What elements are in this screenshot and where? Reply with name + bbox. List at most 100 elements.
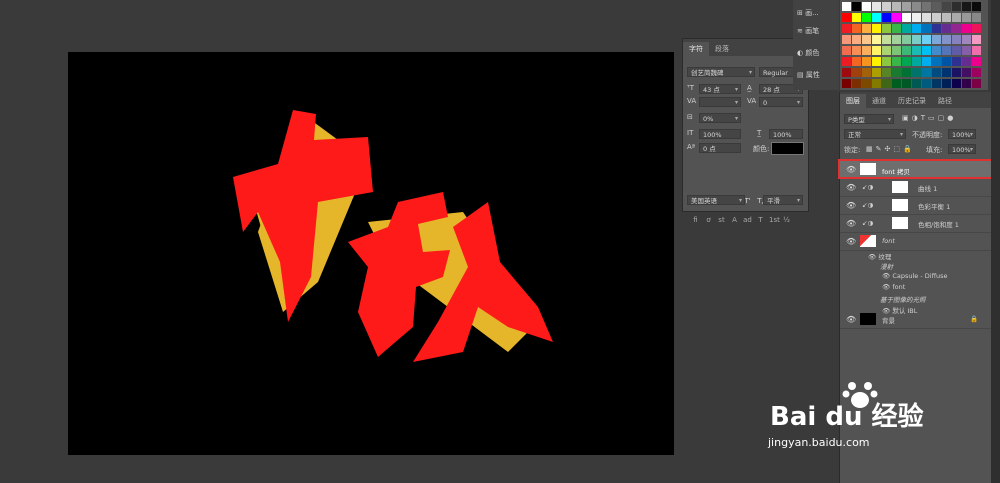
swatch-cell[interactable] [842, 35, 851, 44]
visibility-eye-icon[interactable]: 👁 [846, 201, 856, 210]
swatch-cell[interactable] [842, 79, 851, 88]
swatch-cell[interactable] [882, 13, 891, 22]
swatch-cell[interactable] [852, 68, 861, 77]
swatch-cell[interactable] [922, 24, 931, 33]
swatch-cell[interactable] [912, 13, 921, 22]
swatch-cell[interactable] [842, 57, 851, 66]
swatch-cell[interactable] [952, 68, 961, 77]
dock-item-brush[interactable]: ≋ 画笔 [797, 26, 837, 40]
swash-button[interactable]: A [730, 216, 739, 225]
swatch-cell[interactable] [852, 2, 861, 11]
swatch-cell[interactable] [922, 2, 931, 11]
swatch-cell[interactable] [882, 79, 891, 88]
swatch-cell[interactable] [902, 57, 911, 66]
swatch-cell[interactable] [962, 68, 971, 77]
tab-paragraph[interactable]: 段落 [709, 42, 735, 56]
swatch-cell[interactable] [952, 24, 961, 33]
swatch-cell[interactable] [842, 68, 851, 77]
swatch-cell[interactable] [852, 46, 861, 55]
tab-character[interactable]: 字符 [683, 42, 709, 56]
swatch-cell[interactable] [892, 46, 901, 55]
swatch-cell[interactable] [902, 24, 911, 33]
swatch-cell[interactable] [912, 57, 921, 66]
swatch-cell[interactable] [872, 2, 881, 11]
swatch-cell[interactable] [902, 13, 911, 22]
swatch-cell[interactable] [972, 13, 981, 22]
swatch-cell[interactable] [852, 79, 861, 88]
swatch-cell[interactable] [862, 24, 871, 33]
swatch-cell[interactable] [882, 24, 891, 33]
swatch-cell[interactable] [912, 79, 921, 88]
tab-layers[interactable]: 图层 [840, 94, 866, 108]
swatch-cell[interactable] [952, 79, 961, 88]
capsule-diffuse-row[interactable]: 👁 Capsule - Diffuse [882, 272, 948, 280]
lock-icons[interactable]: ▦✎✣⬚🔒 [866, 145, 915, 153]
right-scrollbar[interactable] [991, 0, 1000, 483]
swatch-cell[interactable] [902, 68, 911, 77]
swatch-cell[interactable] [972, 24, 981, 33]
swatch-cell[interactable] [972, 68, 981, 77]
swatch-cell[interactable] [892, 2, 901, 11]
language-select[interactable]: 美国英语 ▾ [687, 195, 745, 205]
visibility-eye-icon[interactable]: 👁 [846, 219, 856, 228]
swatch-cell[interactable] [972, 2, 981, 11]
swatch-cell[interactable] [922, 79, 931, 88]
swatch-cell[interactable] [952, 2, 961, 11]
vertical-scale-field[interactable]: 100% [699, 129, 741, 139]
fractions-button[interactable]: ½ [782, 216, 791, 225]
dock-item-properties[interactable]: ▤ 属性 [797, 70, 837, 84]
titling-alternates-button[interactable]: T [756, 216, 765, 225]
swatch-cell[interactable] [892, 79, 901, 88]
swatch-cell[interactable] [842, 2, 851, 11]
swatch-cell[interactable] [852, 13, 861, 22]
swatch-cell[interactable] [932, 2, 941, 11]
swatch-cell[interactable] [952, 46, 961, 55]
swatch-cell[interactable] [852, 24, 861, 33]
filter-icons[interactable]: ▣◑T▭▢● [902, 114, 956, 122]
swatch-cell[interactable] [892, 24, 901, 33]
swatch-cell[interactable] [842, 24, 851, 33]
horizontal-scale-field[interactable]: 100% [769, 129, 803, 139]
swatch-cell[interactable] [852, 35, 861, 44]
swatch-cell[interactable] [862, 57, 871, 66]
swatch-cell[interactable] [902, 79, 911, 88]
swatch-cell[interactable] [882, 46, 891, 55]
swatch-cell[interactable] [932, 46, 941, 55]
swatch-cell[interactable] [922, 57, 931, 66]
layer-row-curves[interactable]: 👁 ↙◑ 曲线 1 [840, 179, 992, 197]
swatch-cell[interactable] [972, 35, 981, 44]
swatch-cell[interactable] [852, 57, 861, 66]
swatch-cell[interactable] [872, 35, 881, 44]
swatch-cell[interactable] [922, 68, 931, 77]
tsume-field[interactable]: 0% ▾ [699, 113, 741, 123]
swatch-cell[interactable] [872, 79, 881, 88]
swatch-cell[interactable] [922, 13, 931, 22]
swatch-cell[interactable] [932, 68, 941, 77]
tab-paths[interactable]: 路径 [932, 94, 958, 108]
swatch-cell[interactable] [862, 46, 871, 55]
visibility-eye-icon[interactable]: 👁 [846, 183, 856, 192]
swatch-cell[interactable] [942, 35, 951, 44]
swatch-cell[interactable] [862, 35, 871, 44]
swatch-cell[interactable] [912, 35, 921, 44]
swatch-cell[interactable] [862, 68, 871, 77]
swatch-cell[interactable] [962, 13, 971, 22]
swatch-cell[interactable] [952, 35, 961, 44]
kerning-field[interactable]: ▾ [699, 97, 741, 107]
swatch-cell[interactable] [962, 2, 971, 11]
blend-mode-select[interactable]: 正常 ▾ [844, 129, 906, 139]
baseline-field[interactable]: 0 点 [699, 143, 741, 153]
swatch-cell[interactable] [972, 46, 981, 55]
swatch-cell[interactable] [942, 79, 951, 88]
swatch-cell[interactable] [942, 13, 951, 22]
swatch-cell[interactable] [932, 35, 941, 44]
swatch-cell[interactable] [862, 79, 871, 88]
swatch-cell[interactable] [872, 57, 881, 66]
tab-history[interactable]: 历史记录 [892, 94, 932, 108]
swatch-cell[interactable] [942, 57, 951, 66]
layer-filter-select[interactable]: P类型 ▾ [844, 114, 894, 124]
document-canvas[interactable]: 中秋 [68, 52, 674, 455]
swatch-cell[interactable] [892, 35, 901, 44]
tab-channels[interactable]: 通道 [866, 94, 892, 108]
swatch-cell[interactable] [892, 68, 901, 77]
